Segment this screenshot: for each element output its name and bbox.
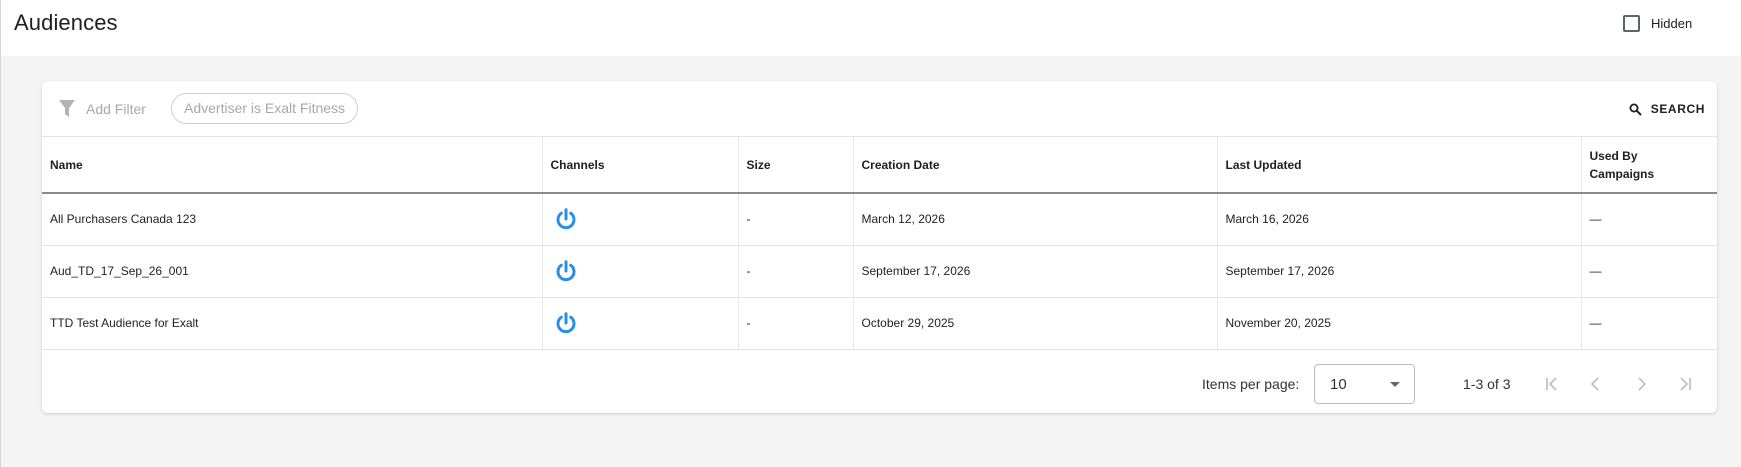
dropdown-caret-icon (1390, 382, 1400, 387)
column-header-creation-date[interactable]: Creation Date (853, 137, 1218, 194)
table-row[interactable]: TTD Test Audience for Exalt - October 29… (42, 297, 1717, 349)
audiences-card: Add Filter Advertiser is Exalt Fitness S… (42, 81, 1717, 413)
previous-page-button[interactable] (1585, 373, 1607, 395)
add-filter-button[interactable]: Add Filter (86, 101, 146, 117)
cell-name[interactable]: All Purchasers Canada 123 (42, 193, 543, 245)
cell-used-by-campaigns: — (1589, 316, 1602, 330)
hidden-checkbox-toggle[interactable]: Hidden (1623, 13, 1692, 33)
column-header-channels[interactable]: Channels (542, 137, 739, 194)
cell-channels (542, 193, 739, 245)
hidden-checkbox[interactable] (1623, 14, 1640, 32)
filter-icon[interactable] (58, 99, 76, 119)
column-header-used-by-campaigns[interactable]: Used By Campaigns (1581, 137, 1717, 194)
cell-last-updated: November 20, 2025 (1217, 297, 1582, 349)
table-header-row: Name Channels Size Creation Date Last Up… (42, 137, 1717, 194)
power-icon (556, 208, 575, 230)
cell-size: - (738, 297, 854, 349)
search-label: SEARCH (1650, 102, 1705, 116)
items-per-page-select[interactable]: 10 (1314, 364, 1415, 404)
table-row[interactable]: Aud_TD_17_Sep_26_001 - September 17, 202… (42, 245, 1717, 297)
power-icon (556, 260, 575, 282)
top-bar: Audiences Hidden (0, 0, 1741, 56)
last-page-button[interactable] (1674, 373, 1696, 395)
audiences-table: Name Channels Size Creation Date Last Up… (42, 137, 1717, 350)
page-title: Audiences (14, 10, 118, 35)
page-range-label: 1-3 of 3 (1463, 376, 1511, 392)
last-page-icon (1680, 377, 1691, 391)
filter-bar: Add Filter Advertiser is Exalt Fitness S… (42, 81, 1717, 137)
power-icon (556, 312, 575, 334)
left-divider (0, 56, 1, 467)
cell-name[interactable]: Aud_TD_17_Sep_26_001 (42, 245, 543, 297)
search-icon (1629, 103, 1642, 116)
cell-last-updated: September 17, 2026 (1217, 245, 1582, 297)
cell-name[interactable]: TTD Test Audience for Exalt (42, 297, 543, 349)
search-button[interactable]: SEARCH (1629, 100, 1705, 118)
cell-channels (542, 245, 739, 297)
cell-size: - (738, 193, 854, 245)
cell-creation-date: March 12, 2026 (853, 193, 1218, 245)
chevron-right-icon (1638, 377, 1647, 391)
cell-used-by-campaigns: — (1589, 264, 1602, 278)
cell-creation-date: September 17, 2026 (853, 245, 1218, 297)
column-header-size[interactable]: Size (738, 137, 854, 194)
cell-used-by-campaigns: — (1589, 212, 1602, 227)
column-header-last-updated[interactable]: Last Updated (1217, 137, 1582, 194)
hidden-checkbox-label: Hidden (1651, 15, 1693, 31)
cell-size: - (738, 245, 854, 297)
first-page-button[interactable] (1541, 373, 1563, 395)
cell-last-updated: March 16, 2026 (1217, 193, 1582, 245)
cell-channels (542, 297, 739, 349)
advertiser-filter-chip[interactable]: Advertiser is Exalt Fitness (171, 93, 359, 124)
column-header-name[interactable]: Name (42, 137, 543, 194)
cell-creation-date: October 29, 2025 (853, 297, 1218, 349)
table-row[interactable]: All Purchasers Canada 123 - March 12, 20… (42, 193, 1717, 245)
first-page-icon (1546, 377, 1557, 391)
next-page-button[interactable] (1630, 373, 1652, 395)
items-per-page-value: 10 (1330, 376, 1347, 393)
items-per-page-label: Items per page: (1202, 376, 1300, 392)
chevron-left-icon (1590, 377, 1599, 391)
paginator: Items per page: 10 1-3 of 3 (42, 357, 1717, 413)
